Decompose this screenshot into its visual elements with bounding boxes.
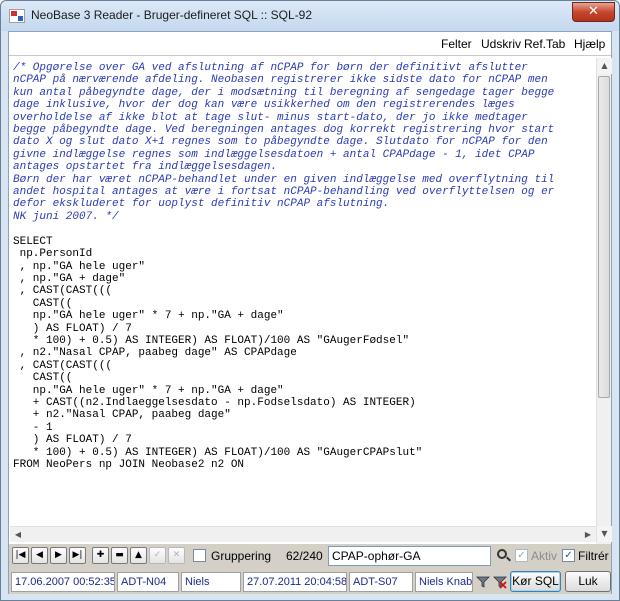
grouping-checkbox[interactable] [193,549,206,562]
title-bar[interactable]: NeoBase 3 Reader - Bruger-defineret SQL … [1,1,619,31]
modified-by-name: Niels Knab [415,572,473,592]
first-record-icon[interactable]: |◀ [12,547,29,564]
menu-bar: Felter Udskriv Ref.Tab Hjælp [9,32,611,56]
created-timestamp: 17.06.2007 00:52:35 [11,572,115,592]
aktiv-label: Aktiv [531,549,558,563]
record-counter: 62/240 [286,549,323,563]
app-icon [9,9,25,23]
prev-record-icon[interactable]: ◀ [31,547,48,564]
clear-filter-icon[interactable] [493,575,507,589]
add-record-icon[interactable]: ✚ [92,547,109,564]
comment-line: overholdelse af ikke blot at tage slut- … [13,111,528,124]
comment-line: Børn der har været nCPAP-behandlet under… [13,173,555,186]
comment-line: NK juni 2007. */ [13,210,119,223]
menu-felter[interactable]: Felter [441,37,472,51]
code-line: * 100) + 0.5) AS INTEGER) AS FLOAT)/100 … [13,334,410,347]
next-record-icon[interactable]: ▶ [50,547,67,564]
comment-line: antages opstartet fra indlæggelsesdagen. [13,161,278,174]
code-line: ) AS FLOAT) / 7 [13,322,132,335]
modified-by-code: ADT-S07 [349,572,413,592]
cancel-record-icon[interactable]: ✕ [168,547,185,564]
code-line: SELECT [13,235,53,248]
comment-line: andet hospital antages at være i fortsat… [13,186,555,199]
aktiv-checkbox[interactable]: ✓ [515,549,528,562]
comment-line: /* Opgørelse over GA ved afslutning af n… [13,62,528,74]
code-line: FROM NeoPers np JOIN Neobase2 n2 ON [13,459,245,471]
menu-ref-tab[interactable]: Ref.Tab [524,37,565,51]
filter-label: Filtrér [578,549,609,563]
menu-hjaelp[interactable]: Hjælp [574,37,605,51]
comment-line: nCPAP på nærværende afdeling. Neobasen r… [13,74,548,87]
last-record-icon[interactable]: ▶| [69,547,86,564]
sql-editor[interactable]: /* Opgørelse over GA ved afslutning af n… [10,58,596,568]
window-title: NeoBase 3 Reader - Bruger-defineret SQL … [31,8,313,22]
created-by-code: ADT-N04 [117,572,179,592]
created-by-name: Niels [181,572,241,592]
comment-line: defor ekskluderet for uoplyst definitiv … [13,198,390,211]
code-line: np.PersonId [13,248,93,261]
scroll-right-icon[interactable]: ▶ [580,527,596,543]
scroll-thumb[interactable] [598,76,610,398]
scroll-down-icon[interactable]: ▼ [597,526,612,542]
code-line: + CAST((n2.Indlaeggelsesdato - np.Fodsel… [13,396,416,409]
menu-udskriv[interactable]: Udskriv [481,37,521,51]
filter-checkbox[interactable]: ✓ [562,549,575,562]
vertical-scrollbar[interactable]: ▲ ▼ [596,58,612,542]
code-line: ) AS FLOAT) / 7 [13,434,132,447]
app-window: NeoBase 3 Reader - Bruger-defineret SQL … [0,0,620,601]
code-line: , CAST(CAST((( [13,359,113,372]
filter-icon[interactable] [476,575,490,589]
close-button[interactable]: Luk [565,571,611,592]
code-line: , np."GA + dage" [13,272,126,285]
comment-line: begge påbegyndte dage. Ved beregningen a… [13,124,555,137]
horizontal-scrollbar[interactable]: ◀ ▶ [10,526,596,542]
comment-line: dato X og slut dato X+1 regnes som to på… [13,136,548,149]
run-sql-button[interactable]: Kør SQL [510,571,561,592]
grouping-label: Gruppering [211,549,272,563]
edit-record-icon[interactable]: ▲ [130,547,147,564]
code-line: , CAST(CAST((( [13,285,113,298]
status-bar: 17.06.2007 00:52:35 ADT-N04 Niels 27.07.… [9,570,611,594]
comment-line: givne indlæggelse regnes som indlæggelse… [13,148,535,161]
code-line: * 100) + 0.5) AS INTEGER) AS FLOAT)/100 … [13,446,423,459]
code-line: np."GA hele uger" * 7 + np."GA + dage" [13,384,284,397]
close-label: Luk [578,574,598,588]
post-record-icon[interactable]: ✓ [149,547,166,564]
code-line: , np."GA hele uger" [13,260,146,273]
comment-line: kun antal påbegyndte dage, der i modsætn… [13,86,555,99]
client-area: Felter Udskriv Ref.Tab Hjælp /* Opgørels… [8,31,612,594]
code-line: - 1 [13,421,53,434]
comment-line: dage inklusive, hvor der dog kan være us… [13,99,515,112]
delete-record-icon[interactable]: ▬ [111,547,128,564]
scroll-up-icon[interactable]: ▲ [597,58,612,74]
code-line: , n2."Nasal CPAP, paabeg dage" AS CPAPda… [13,347,297,360]
record-toolbar: |◀ ◀ ▶ ▶| ✚ ▬ ▲ ✓ ✕ Gruppering 62/240 CP… [9,544,611,570]
search-icon[interactable] [497,549,507,559]
run-sql-label: Kør SQL [512,574,559,588]
code-line: np."GA hele uger" * 7 + np."GA + dage" [13,310,284,323]
sql-text[interactable]: /* Opgørelse over GA ved afslutning af n… [10,58,596,471]
modified-timestamp: 27.07.2011 20:04:58 [243,572,347,592]
code-line: + n2."Nasal CPAP, paabeg dage" [13,409,231,422]
code-line: CAST(( [13,297,73,310]
code-line: CAST(( [13,372,73,385]
query-name-input[interactable]: CPAP-ophør-GA [328,546,491,566]
scroll-left-icon[interactable]: ◀ [10,527,26,543]
close-window-button[interactable]: ✕ [572,2,615,22]
